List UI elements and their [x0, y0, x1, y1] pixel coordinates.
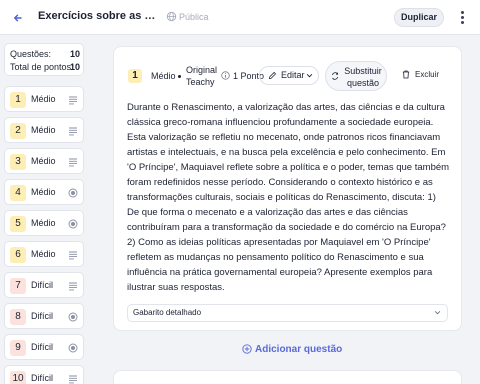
- answer-key-dropdown[interactable]: Gabarito detalhado: [127, 304, 448, 322]
- lines-icon: [69, 158, 77, 167]
- question-difficulty: Médio: [31, 187, 56, 197]
- separator-dot: [178, 75, 181, 78]
- question-text: Durante o Renascimento, a valorização da…: [127, 102, 450, 293]
- question-list-item-8[interactable]: 8 Difícil: [4, 303, 84, 329]
- lines-icon: [69, 282, 77, 291]
- lines-icon: [69, 251, 77, 260]
- question-number-badge: 10: [10, 371, 26, 384]
- radio-icon: [68, 219, 78, 229]
- question-number-badge: 8: [10, 309, 26, 325]
- trash-icon: [402, 70, 410, 79]
- globe-icon: [166, 11, 177, 22]
- question-difficulty: Médio: [31, 156, 56, 166]
- question-number-badge: 7: [10, 278, 26, 294]
- total-points-value: 10: [69, 62, 80, 72]
- question-number-badge: 1: [128, 69, 142, 83]
- edit-button[interactable]: Editar: [259, 66, 319, 85]
- next-question-card: [113, 370, 462, 384]
- question-list-item-2[interactable]: 2 Médio: [4, 117, 84, 143]
- question-list-item-4[interactable]: 4 Médio: [4, 179, 84, 205]
- radio-icon: [68, 188, 78, 198]
- page-title: Exercícios sobre as principais...: [38, 10, 158, 22]
- radio-icon: [68, 343, 78, 353]
- question-difficulty: Difícil: [31, 373, 53, 383]
- question-difficulty: Difícil: [31, 342, 53, 352]
- question-number-badge: 1: [10, 92, 26, 108]
- top-bar: Exercícios sobre as principais... Públic…: [0, 0, 480, 35]
- substitute-question-button[interactable]: Substituir questão: [325, 61, 387, 91]
- question-number-badge: 9: [10, 340, 26, 356]
- question-list-item-6[interactable]: 6 Médio: [4, 241, 84, 267]
- add-question-label: Adicionar questão: [255, 344, 343, 355]
- questions-count-value: 10: [69, 49, 80, 59]
- answer-key-label: Gabarito detalhado: [133, 308, 202, 317]
- duplicate-button[interactable]: Duplicar: [394, 8, 444, 27]
- quiz-summary: Questões: 10 Total de pontos: 10: [4, 43, 84, 76]
- chevron-down-icon: [434, 310, 441, 315]
- questions-count-row: Questões: 10: [10, 49, 80, 59]
- question-difficulty: Médio: [31, 125, 56, 135]
- substitute-question-label: Substituir questão: [344, 66, 382, 88]
- chevron-down-icon: [306, 73, 313, 78]
- more-vertical-icon[interactable]: [455, 9, 469, 27]
- radio-icon: [68, 312, 78, 322]
- question-list-item-3[interactable]: 3 Médio: [4, 148, 84, 174]
- question-number-badge: 2: [10, 123, 26, 139]
- question-list-item-1[interactable]: 1 Médio: [4, 86, 84, 112]
- question-source: Original Teachy: [186, 65, 218, 87]
- swap-icon: [332, 72, 338, 80]
- total-points-row: Total de pontos: 10: [10, 62, 80, 72]
- question-difficulty: Médio: [31, 249, 56, 259]
- question-number-badge: 4: [10, 185, 26, 201]
- question-difficulty: Médio: [31, 218, 56, 228]
- edit-button-label: Editar: [281, 70, 305, 80]
- question-list-item-9[interactable]: 9 Difícil: [4, 334, 84, 360]
- question-difficulty: Difícil: [31, 280, 53, 290]
- arrow-left-icon[interactable]: [9, 9, 27, 27]
- delete-button-label: Excluir: [415, 70, 440, 79]
- lines-icon: [69, 375, 77, 384]
- question-number-badge: 3: [10, 154, 26, 170]
- question-number-badge: 6: [10, 247, 26, 263]
- question-list-item-5[interactable]: 5 Médio: [4, 210, 84, 236]
- question-difficulty: Difícil: [31, 311, 53, 321]
- visibility-label: Pública: [179, 12, 209, 22]
- plus-circle-icon: [242, 344, 252, 354]
- question-number-badge: 5: [10, 216, 26, 232]
- pencil-icon: [268, 71, 277, 80]
- question-difficulty: Médio: [31, 94, 56, 104]
- questions-count-label: Questões:: [10, 49, 52, 59]
- question-difficulty: Médio: [151, 71, 176, 81]
- question-card: 1 Médio Original Teachy 1 Ponto Editar S…: [113, 46, 462, 331]
- question-list-item-7[interactable]: 7 Difícil: [4, 272, 84, 298]
- question-list-item-10[interactable]: 10 Difícil: [4, 365, 84, 384]
- info-icon[interactable]: [221, 71, 230, 80]
- total-points-label: Total de pontos:: [10, 62, 74, 72]
- lines-icon: [69, 127, 77, 136]
- lines-icon: [69, 96, 77, 105]
